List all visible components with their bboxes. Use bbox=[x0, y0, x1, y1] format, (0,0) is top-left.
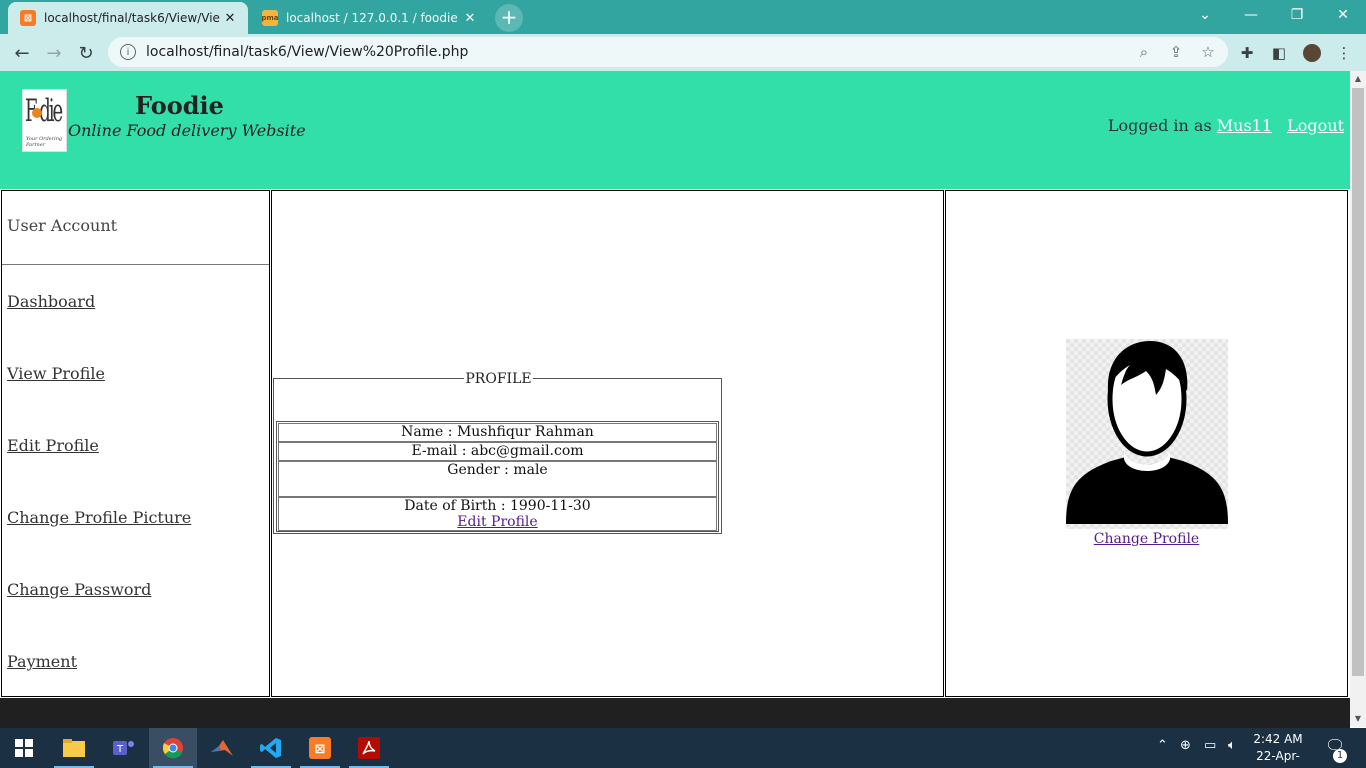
logged-in-label: Logged in as bbox=[1107, 116, 1212, 135]
clock-time: 2:42 AM bbox=[1253, 732, 1303, 746]
site-info-icon[interactable]: i bbox=[120, 44, 136, 60]
browser-toolbar: ← → ↻ i localhost/final/task6/View/View%… bbox=[0, 34, 1366, 71]
profile-avatar[interactable] bbox=[1301, 42, 1323, 64]
profile-name: Name : Mushfiqur Rahman bbox=[278, 423, 717, 442]
change-profile-link[interactable]: Change Profile bbox=[946, 531, 1347, 547]
foodie-logo: F die Your Ordering Partner bbox=[22, 89, 67, 152]
sidebar-title: User Account bbox=[7, 216, 118, 235]
back-arrow-icon[interactable]: ← bbox=[8, 39, 36, 67]
edit-profile-link[interactable]: Edit Profile bbox=[457, 514, 537, 530]
address-bar[interactable]: i localhost/final/task6/View/View%20Prof… bbox=[108, 37, 1228, 67]
taskbar-clock[interactable]: 2:42 AM 22-Apr-22 bbox=[1250, 731, 1306, 768]
side-panel-icon[interactable]: ◧ bbox=[1265, 39, 1293, 67]
windows-taskbar: T ⊠ ⌃ ⊕ ▭ 🔈︎ 2:42 AM 22-Apr-22 🗨︎ 1 bbox=[0, 728, 1366, 768]
profile-picture-panel: Change Profile bbox=[945, 190, 1348, 697]
tab-close-icon[interactable]: ✕ bbox=[220, 11, 240, 26]
tab-search-chevron-icon[interactable]: ⌄ bbox=[1182, 0, 1228, 30]
username-link[interactable]: Mus11 bbox=[1217, 116, 1272, 135]
profile-email: E-mail : abc@gmail.com bbox=[278, 442, 717, 461]
web-page: F die Your Ordering Partner Foodie Onlin… bbox=[0, 71, 1350, 698]
sidebar-item-dashboard[interactable]: Dashboard bbox=[7, 292, 95, 311]
acrobat-icon[interactable] bbox=[345, 728, 393, 768]
network-globe-icon[interactable]: ⊕ bbox=[1180, 738, 1191, 753]
profile-dob: Date of Birth : 1990-11-30 bbox=[404, 498, 591, 514]
profile-legend-text: PROFILE bbox=[464, 371, 533, 387]
bookmark-star-icon[interactable]: ☆ bbox=[1194, 37, 1222, 67]
volume-speaker-icon[interactable]: 🔈︎ bbox=[1228, 738, 1236, 753]
site-header: F die Your Ordering Partner Foodie Onlin… bbox=[0, 71, 1350, 189]
file-explorer-icon[interactable] bbox=[50, 728, 98, 768]
scroll-down-arrow-icon[interactable]: ▼ bbox=[1350, 711, 1366, 727]
profile-fieldset: PROFILE Name : Mushfiqur Rahman E-mail :… bbox=[273, 371, 722, 534]
tab-title: localhost/final/task6/View/View P bbox=[44, 11, 220, 25]
profile-table: Name : Mushfiqur Rahman E-mail : abc@gma… bbox=[276, 421, 719, 532]
clock-date: 22-Apr-22 bbox=[1256, 749, 1300, 768]
svg-text:⊠: ⊠ bbox=[315, 742, 326, 757]
sidebar-item-change-password[interactable]: Change Password bbox=[7, 580, 151, 599]
profile-dob-row: Date of Birth : 1990-11-30 Edit Profile bbox=[278, 497, 717, 531]
tab-close-icon[interactable]: ✕ bbox=[460, 11, 480, 26]
url-text[interactable]: localhost/final/task6/View/View%20Profil… bbox=[146, 44, 468, 60]
page-bottom-strip bbox=[0, 698, 1350, 728]
matlab-icon[interactable] bbox=[198, 728, 246, 768]
browser-menu-icon[interactable]: ⋮ bbox=[1330, 39, 1358, 67]
tab-title: localhost / 127.0.0.1 / foodie / re bbox=[286, 11, 460, 25]
profile-legend: PROFILE bbox=[274, 371, 723, 387]
browser-tab-strip: ⊠ localhost/final/task6/View/View P ✕ pm… bbox=[0, 0, 1366, 34]
browser-tab-active[interactable]: ⊠ localhost/final/task6/View/View P ✕ bbox=[8, 2, 248, 34]
logout-link[interactable]: Logout bbox=[1287, 116, 1344, 135]
restore-button[interactable]: ❐ bbox=[1274, 0, 1320, 30]
start-windows-icon[interactable] bbox=[0, 728, 48, 768]
scroll-thumb[interactable] bbox=[1352, 88, 1364, 676]
browser-tab-phpmyadmin[interactable]: pma localhost / 127.0.0.1 / foodie / re … bbox=[250, 2, 488, 34]
sidebar-item-edit-profile[interactable]: Edit Profile bbox=[7, 436, 99, 455]
sidebar-item-payment[interactable]: Payment bbox=[7, 652, 77, 671]
login-info: Logged in as Mus11 Logout bbox=[1108, 116, 1344, 135]
profile-gender: Gender : male bbox=[278, 461, 717, 497]
close-window-button[interactable]: ✕ bbox=[1320, 0, 1366, 30]
site-tagline: Online Food delivery Website bbox=[68, 121, 306, 140]
zoom-icon[interactable]: ⌕ bbox=[1130, 37, 1158, 67]
minimize-button[interactable]: — bbox=[1228, 0, 1274, 30]
battery-icon[interactable]: ▭ bbox=[1204, 738, 1216, 753]
share-icon[interactable]: ⇪ bbox=[1162, 37, 1190, 67]
page-scrollbar[interactable]: ▲ ▼ bbox=[1350, 71, 1366, 727]
new-tab-button[interactable]: + bbox=[495, 4, 523, 32]
extensions-puzzle-icon[interactable]: ✚ bbox=[1233, 39, 1261, 67]
show-hidden-icons-chevron-icon[interactable]: ⌃ bbox=[1157, 738, 1168, 753]
xampp-icon[interactable]: ⊠ bbox=[296, 728, 344, 768]
sidebar-divider bbox=[2, 264, 269, 265]
svg-text:T: T bbox=[116, 744, 124, 755]
chrome-icon[interactable] bbox=[149, 728, 197, 768]
scroll-up-arrow-icon[interactable]: ▲ bbox=[1350, 71, 1366, 87]
vscode-icon[interactable] bbox=[247, 728, 295, 768]
sidebar: User Account Dashboard View Profile Edit… bbox=[1, 190, 270, 697]
teams-icon[interactable]: T bbox=[100, 728, 148, 768]
profile-avatar-image bbox=[1066, 339, 1228, 529]
sidebar-item-view-profile[interactable]: View Profile bbox=[7, 364, 105, 383]
xampp-favicon-icon: ⊠ bbox=[20, 10, 36, 26]
notification-count-badge: 1 bbox=[1333, 749, 1347, 763]
main-content: PROFILE Name : Mushfiqur Rahman E-mail :… bbox=[271, 190, 944, 697]
sidebar-item-change-profile-picture[interactable]: Change Profile Picture bbox=[7, 508, 191, 527]
site-name: Foodie bbox=[135, 91, 224, 120]
reload-icon[interactable]: ↻ bbox=[72, 39, 100, 67]
forward-arrow-icon[interactable]: → bbox=[40, 39, 68, 67]
phpmyadmin-favicon-icon: pma bbox=[261, 10, 279, 26]
